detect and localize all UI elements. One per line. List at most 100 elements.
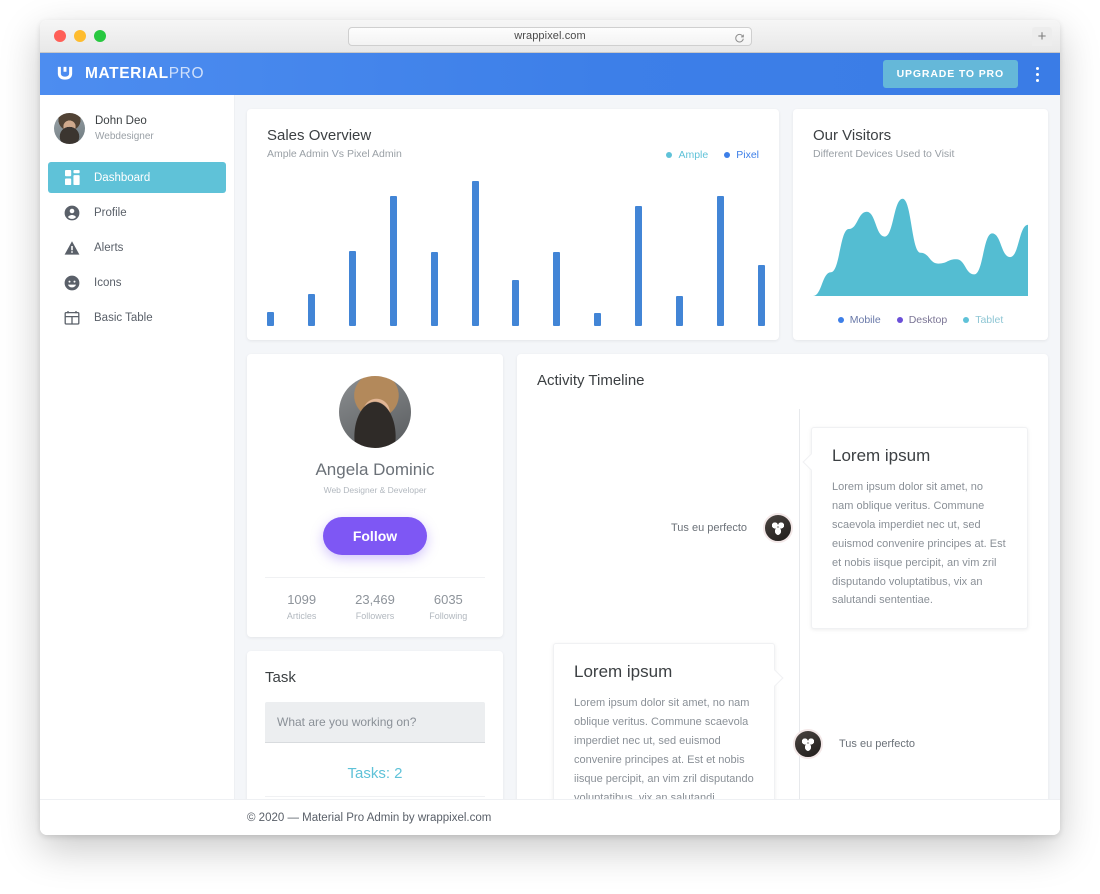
- app-body: Dohn Deo Webdesigner Dashboard Profile A…: [40, 95, 1060, 799]
- follow-button[interactable]: Follow: [322, 517, 428, 555]
- address-bar[interactable]: wrappixel.com: [348, 26, 752, 46]
- sidebar-item-label: Alerts: [94, 241, 124, 254]
- bar-4: [389, 195, 397, 326]
- bar-5: [430, 252, 438, 326]
- legend-dot-icon: [963, 317, 970, 323]
- legend-label: Pixel: [736, 149, 759, 161]
- sidebar-item-dashboard[interactable]: Dashboard: [48, 162, 226, 193]
- sales-overview-card: Sales Overview Ample Admin Vs Pixel Admi…: [247, 109, 779, 340]
- sidebar-item-label: Icons: [94, 276, 122, 289]
- smiley-face-icon: [64, 275, 80, 291]
- legend-item-desktop[interactable]: Desktop: [896, 314, 948, 326]
- task-input[interactable]: [265, 702, 485, 743]
- sales-overview-header: Sales Overview Ample Admin Vs Pixel Admi…: [267, 127, 759, 161]
- minimize-window-button[interactable]: [74, 30, 86, 42]
- legend-label: Desktop: [908, 314, 948, 326]
- legend-dot-icon: [896, 317, 903, 323]
- stat-label: Followers: [355, 611, 395, 621]
- warning-triangle-icon: [64, 240, 80, 256]
- user-avatar: [54, 113, 85, 144]
- sidebar-item-label: Dashboard: [94, 171, 151, 184]
- sidebar-item-label: Basic Table: [94, 311, 153, 324]
- sidebar-item-alerts[interactable]: Alerts: [48, 232, 226, 263]
- tasks-count: Tasks: 2: [347, 765, 403, 782]
- user-role: Webdesigner: [95, 130, 154, 142]
- area-chart-svg: [813, 198, 1028, 296]
- sales-overview-title: Sales Overview: [267, 127, 372, 144]
- sidebar-item-label: Profile: [94, 206, 127, 219]
- legend-item-tablet[interactable]: Tablet: [963, 314, 1003, 326]
- bar-3: [348, 250, 356, 326]
- bar-8: [553, 252, 561, 326]
- bar-2: [307, 294, 315, 326]
- upgrade-to-pro-button[interactable]: UPGRADE TO PRO: [882, 60, 1018, 88]
- stat-value: 6035: [433, 592, 463, 607]
- stat-following: 6035 Following: [412, 592, 485, 621]
- reload-icon[interactable]: [734, 31, 745, 43]
- our-visitors-area-chart: [813, 170, 1028, 314]
- callout-arrow-icon: [802, 453, 820, 471]
- sidebar-nav: Dashboard Profile Alerts Icons Basic Tab…: [40, 162, 234, 333]
- legend-item-pixel[interactable]: Pixel: [724, 149, 759, 161]
- bar-6: [471, 181, 479, 326]
- address-bar-url: wrappixel.com: [514, 30, 586, 42]
- timeline-entry-box: Lorem ipsum Lorem ipsum dolor sit amet, …: [802, 427, 1028, 630]
- maximize-window-button[interactable]: [94, 30, 106, 42]
- our-visitors-legend: Mobile Desktop Tablet: [813, 314, 1028, 340]
- profile-role: Web Designer & Developer: [323, 485, 427, 495]
- timeline-avatar: [793, 729, 823, 760]
- brand-title: MATERIALPRO: [85, 65, 204, 83]
- legend-label: Mobile: [849, 314, 881, 326]
- profile-stats: 1099 Articles 23,469 Followers 6035 Foll…: [265, 577, 485, 621]
- browser-titlebar: wrappixel.com +: [40, 20, 1060, 53]
- new-tab-button[interactable]: +: [1032, 27, 1052, 46]
- content-row-profile-timeline: Angela Dominic Web Designer & Developer …: [247, 354, 1048, 799]
- bar-7: [512, 279, 520, 326]
- topbar-actions: UPGRADE TO PRO: [882, 59, 1050, 89]
- stat-label: Articles: [286, 611, 317, 621]
- dashboard-grid-icon: [64, 170, 80, 186]
- materialpro-logo-icon: [54, 63, 76, 85]
- profile-card: Angela Dominic Web Designer & Developer …: [247, 354, 503, 637]
- legend-dot-icon: [837, 317, 844, 323]
- sidebar-item-icons[interactable]: Icons: [48, 267, 226, 298]
- our-visitors-subtitle: Different Devices Used to Visit: [813, 148, 955, 160]
- timeline-avatar: [763, 513, 793, 544]
- timeline-entry-label: Tus eu perfecto: [670, 522, 747, 535]
- footer-text: © 2020 — Material Pro Admin by wrappixel…: [247, 811, 492, 824]
- sidebar-user[interactable]: Dohn Deo Webdesigner: [40, 105, 234, 158]
- activity-timeline-title: Activity Timeline: [537, 372, 645, 389]
- timeline-entry-heading: Lorem ipsum: [574, 662, 673, 681]
- sales-overview-bar-chart: [267, 181, 765, 326]
- sales-overview-subtitle: Ample Admin Vs Pixel Admin: [267, 148, 402, 160]
- stat-articles: 1099 Articles: [265, 592, 338, 621]
- our-visitors-card: Our Visitors Different Devices Used to V…: [793, 109, 1048, 340]
- bar-1: [267, 311, 274, 326]
- timeline-entry: Lorem ipsum Lorem ipsum dolor sit amet, …: [537, 643, 1028, 799]
- left-column: Angela Dominic Web Designer & Developer …: [247, 354, 503, 799]
- activity-timeline-card: Activity Timeline Tus eu perfecto Lorem …: [517, 354, 1048, 799]
- brand-main: MATERIAL: [85, 65, 169, 82]
- timeline-entry-body: Lorem ipsum dolor sit amet, no nam obliq…: [574, 697, 754, 799]
- user-name: Dohn Deo: [95, 114, 147, 127]
- app-footer: © 2020 — Material Pro Admin by wrappixel…: [40, 799, 1060, 835]
- legend-item-mobile[interactable]: Mobile: [837, 314, 881, 326]
- sidebar-item-profile[interactable]: Profile: [48, 197, 226, 228]
- sidebar: Dohn Deo Webdesigner Dashboard Profile A…: [40, 95, 235, 799]
- legend-dot-icon: [724, 152, 731, 158]
- brand[interactable]: MATERIALPRO: [54, 63, 204, 85]
- timeline-entry-body: Lorem ipsum dolor sit amet, no nam obliq…: [832, 481, 1006, 607]
- sidebar-item-basic-table[interactable]: Basic Table: [48, 302, 226, 333]
- profile-name: Angela Dominic: [315, 460, 435, 479]
- legend-item-ample[interactable]: Ample: [666, 149, 708, 161]
- timeline-entry-box: Lorem ipsum Lorem ipsum dolor sit amet, …: [553, 643, 784, 799]
- brand-suffix: PRO: [168, 65, 205, 82]
- timeline-entry-label: Tus eu perfecto: [839, 738, 916, 751]
- kebab-menu-icon[interactable]: [1024, 59, 1050, 89]
- timeline-entry-heading: Lorem ipsum: [832, 446, 931, 465]
- main-content: Sales Overview Ample Admin Vs Pixel Admi…: [235, 95, 1060, 799]
- window-traffic-lights: [40, 30, 106, 42]
- close-window-button[interactable]: [54, 30, 66, 42]
- person-circle-icon: [64, 205, 80, 221]
- legend-label: Ample: [678, 149, 709, 161]
